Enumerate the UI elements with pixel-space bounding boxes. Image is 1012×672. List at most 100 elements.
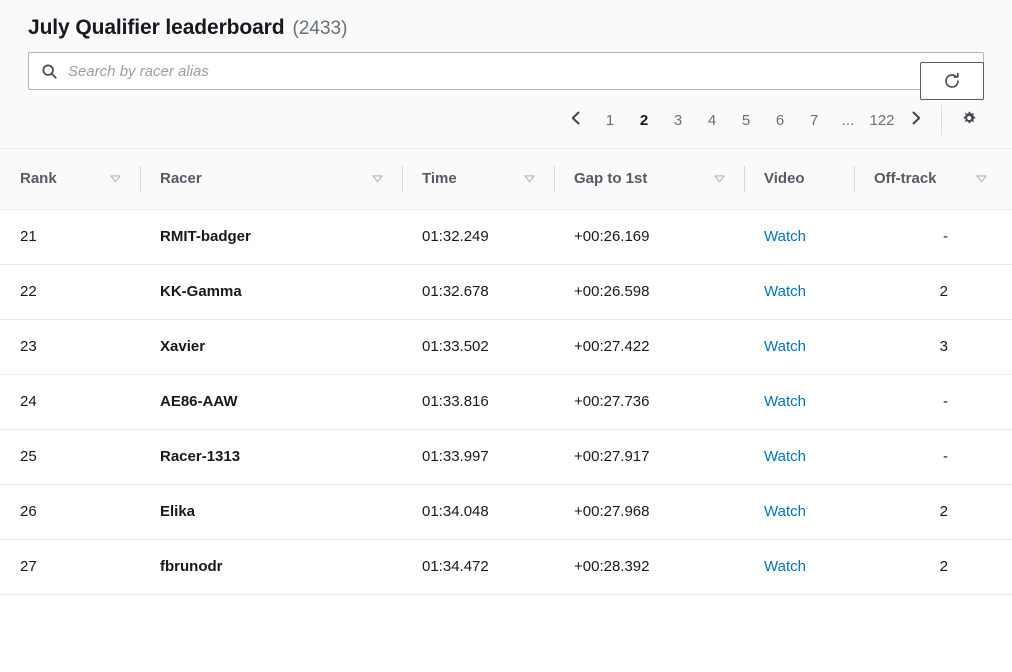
table-body: 21RMIT-badger01:32.249+00:26.169Watch-22… [0, 209, 1012, 594]
search-row [16, 52, 996, 104]
refresh-icon [942, 71, 962, 91]
cell-time: 01:34.048 [402, 484, 554, 539]
pagination-page-3[interactable]: 3 [661, 105, 695, 135]
watch-video-link[interactable]: Watch [764, 393, 806, 410]
pagination-page-1[interactable]: 1 [593, 105, 627, 135]
pagination-next-button[interactable] [899, 105, 933, 135]
table-row: 25Racer-131301:33.997+00:27.917 Watch - [0, 429, 1012, 484]
cell-off-track: 2 [854, 539, 1012, 594]
column-header-rank[interactable]: Rank [0, 149, 140, 209]
pagination-page-7[interactable]: 7 [797, 105, 831, 135]
cell-off-track: - [854, 209, 1012, 264]
cell-gap-to-1st: +00:26.169 [554, 209, 744, 264]
watch-video-link[interactable]: Watch [764, 283, 806, 300]
column-header-video[interactable]: Video [744, 149, 854, 209]
search-icon [41, 63, 58, 80]
table-row: 27fbrunodr01:34.472+00:28.392 Watch 2 [0, 539, 1012, 594]
cell-gap-to-1st: +00:27.422 [554, 319, 744, 374]
cell-off-track: - [854, 374, 1012, 429]
column-header-gap-to-1st-label: Gap to 1st [574, 170, 647, 187]
chevron-left-icon [568, 110, 584, 131]
page-title: July Qualifier leaderboard [28, 16, 285, 40]
pagination-ellipsis: ... [831, 105, 865, 135]
table-header-row: Rank Racer [0, 149, 1012, 209]
cell-off-track: 3 [854, 319, 1012, 374]
page-title-count: (2433) [293, 18, 348, 40]
cell-time: 01:34.472 [402, 539, 554, 594]
leaderboard-table-wrap: Rank Racer [0, 149, 1012, 672]
column-header-rank-label: Rank [20, 170, 57, 187]
cell-racer: Xavier [140, 319, 402, 374]
pagination-page-last[interactable]: 122 [865, 105, 899, 135]
cell-video: Watch [744, 264, 854, 319]
table-row: 26Elika01:34.048+00:27.968 Watch 2 [0, 484, 1012, 539]
watch-video-link[interactable]: Watch [764, 228, 806, 245]
table-preferences-button[interactable] [954, 105, 984, 135]
cell-rank: 27 [0, 539, 140, 594]
cell-off-track: - [854, 429, 1012, 484]
column-header-gap-to-1st[interactable]: Gap to 1st [554, 149, 744, 209]
table-row: 23Xavier01:33.502+00:27.422 Watch 3 [0, 319, 1012, 374]
pagination-page-5[interactable]: 5 [729, 105, 763, 135]
cell-racer: fbrunodr [140, 539, 402, 594]
pagination-page-6[interactable]: 6 [763, 105, 797, 135]
refresh-button-wrap [920, 62, 984, 100]
search-box[interactable] [28, 52, 984, 90]
cell-rank: 26 [0, 484, 140, 539]
column-header-time[interactable]: Time [402, 149, 554, 209]
table-row: 21RMIT-badger01:32.249+00:26.169 Watch - [0, 209, 1012, 264]
cell-video: Watch [744, 209, 854, 264]
cell-rank: 24 [0, 374, 140, 429]
cell-gap-to-1st: +00:27.917 [554, 429, 744, 484]
watch-video-link[interactable]: Watch [764, 448, 806, 465]
cell-rank: 21 [0, 209, 140, 264]
pagination-prev-button[interactable] [559, 105, 593, 135]
cell-racer: Racer-1313 [140, 429, 402, 484]
sort-descending-icon [109, 172, 122, 185]
cell-video: Watch [744, 374, 854, 429]
cell-time: 01:33.502 [402, 319, 554, 374]
watch-video-link[interactable]: Watch [764, 338, 806, 355]
column-header-racer[interactable]: Racer [140, 149, 402, 209]
cell-video: Watch [744, 319, 854, 374]
cell-racer: RMIT-badger [140, 209, 402, 264]
cell-off-track: 2 [854, 264, 1012, 319]
chevron-right-icon [908, 110, 924, 131]
page-title-row: July Qualifier leaderboard (2433) [16, 0, 996, 52]
cell-video: Watch [744, 484, 854, 539]
pagination-page-4[interactable]: 4 [695, 105, 729, 135]
column-header-racer-label: Racer [160, 170, 202, 187]
sort-descending-icon [371, 172, 384, 185]
cell-racer: AE86-AAW [140, 374, 402, 429]
cell-rank: 23 [0, 319, 140, 374]
watch-video-link[interactable]: Watch [764, 558, 806, 575]
refresh-button[interactable] [920, 62, 984, 100]
cell-rank: 22 [0, 264, 140, 319]
cell-gap-to-1st: +00:28.392 [554, 539, 744, 594]
sort-descending-icon [523, 172, 536, 185]
cell-racer: KK-Gamma [140, 264, 402, 319]
search-input[interactable] [68, 63, 971, 80]
column-header-video-label: Video [764, 170, 805, 187]
cell-time: 01:32.678 [402, 264, 554, 319]
table-top-panel: July Qualifier leaderboard (2433) [0, 0, 1012, 149]
cell-gap-to-1st: +00:26.598 [554, 264, 744, 319]
cell-rank: 25 [0, 429, 140, 484]
table-row: 24AE86-AAW01:33.816+00:27.736 Watch - [0, 374, 1012, 429]
watch-video-link[interactable]: Watch [764, 503, 806, 520]
column-header-off-track[interactable]: Off-track [854, 149, 1012, 209]
cell-gap-to-1st: +00:27.968 [554, 484, 744, 539]
cell-time: 01:33.816 [402, 374, 554, 429]
column-header-off-track-label: Off-track [874, 170, 937, 187]
table-row: 22KK-Gamma01:32.678+00:26.598 Watch 2 [0, 264, 1012, 319]
cell-video: Watch [744, 539, 854, 594]
pagination-page-2[interactable]: 2 [627, 105, 661, 135]
cell-time: 01:33.997 [402, 429, 554, 484]
cell-off-track: 2 [854, 484, 1012, 539]
cell-racer: Elika [140, 484, 402, 539]
leaderboard-page: July Qualifier leaderboard (2433) [0, 0, 1012, 672]
cell-gap-to-1st: +00:27.736 [554, 374, 744, 429]
gear-icon [959, 108, 979, 133]
cell-time: 01:32.249 [402, 209, 554, 264]
sort-descending-icon [713, 172, 726, 185]
